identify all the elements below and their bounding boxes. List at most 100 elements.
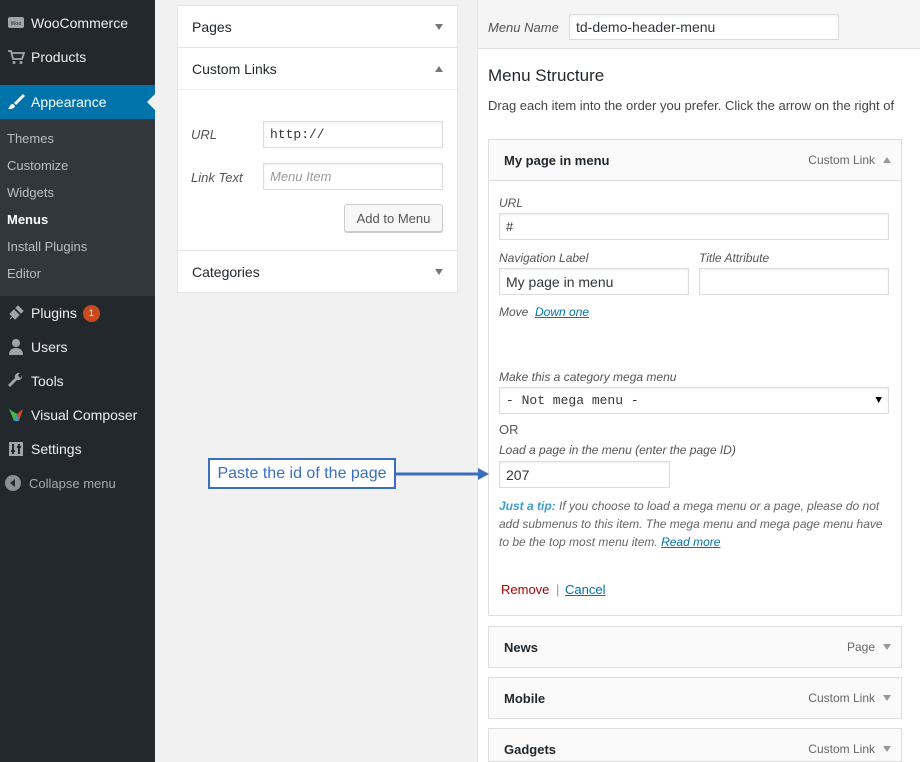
sidebar-item-users[interactable]: Users — [0, 330, 155, 364]
chevron-down-icon[interactable] — [883, 644, 891, 650]
item-url-input[interactable]: # — [499, 213, 889, 240]
menu-structure-instructions: Drag each item into the order you prefer… — [488, 98, 895, 113]
brush-icon — [0, 93, 31, 111]
collapse-menu-button[interactable]: Collapse menu — [0, 466, 155, 500]
sidebar-item-label: Plugins — [31, 305, 77, 321]
annotation-callout: Paste the id of the page — [208, 458, 396, 489]
menu-item-type: Custom Link — [808, 691, 891, 705]
sidebar-item-appearance[interactable]: Appearance — [0, 85, 155, 119]
navigation-label-value: My page in menu — [506, 273, 614, 290]
sidebar-item-tools[interactable]: Tools — [0, 364, 155, 398]
custom-link-text-label: Link Text — [191, 170, 243, 185]
chevron-down-icon — [435, 24, 443, 30]
submenu-item-widgets[interactable]: Widgets — [7, 185, 54, 200]
sidebar-item-label: Users — [31, 339, 68, 355]
add-to-menu-button[interactable]: Add to Menu — [344, 204, 443, 232]
sidebar-item-label: Appearance — [31, 94, 107, 110]
menu-item-type-label: Custom Link — [808, 691, 875, 705]
submenu-item-customize[interactable]: Customize — [7, 158, 68, 173]
wrench-icon — [0, 372, 31, 390]
menu-structure-title: Menu Structure — [488, 66, 605, 85]
menu-item-type: Custom Link — [808, 742, 891, 756]
sidebar-item-label: Settings — [31, 441, 82, 457]
submenu-item-editor[interactable]: Editor — [7, 266, 41, 281]
categories-panel-title: Categories — [192, 264, 260, 280]
plug-icon — [0, 304, 31, 322]
categories-panel: Categories — [177, 250, 458, 293]
sidebar-item-plugins[interactable]: Plugins 1 — [0, 296, 155, 330]
menu-item-title: Mobile — [504, 690, 546, 706]
admin-sidebar: Woo WooCommerce Products Appearance Them… — [0, 0, 155, 762]
navigation-label-input[interactable]: My page in menu — [499, 268, 689, 295]
navigation-label-label: Navigation Label — [499, 251, 589, 265]
custom-links-panel-header[interactable]: Custom Links — [178, 48, 457, 90]
move-label: Move — [499, 305, 529, 319]
move-down-one-link[interactable]: Down one — [535, 305, 589, 319]
sidebar-item-woocommerce[interactable]: Woo WooCommerce — [0, 6, 155, 40]
mega-menu-selected-value: - Not mega menu - — [506, 393, 639, 408]
dropdown-arrow-icon: ▼ — [875, 394, 882, 407]
page-id-value: 207 — [506, 466, 530, 483]
pages-panel: Pages — [177, 5, 458, 48]
sidebar-item-label: Products — [31, 49, 87, 65]
chevron-up-icon — [435, 65, 443, 72]
menu-item-type: Custom Link — [808, 153, 891, 167]
svg-text:Woo: Woo — [10, 21, 21, 27]
read-more-link[interactable]: Read more — [661, 535, 720, 549]
submenu-item-themes[interactable]: Themes — [7, 131, 54, 146]
custom-link-url-value: http:// — [270, 127, 325, 142]
custom-link-url-input[interactable]: http:// — [263, 121, 443, 148]
menu-item-gadgets[interactable]: Gadgets Custom Link — [488, 728, 902, 762]
custom-link-text-placeholder: Menu Item — [270, 169, 332, 184]
menu-item-news[interactable]: News Page — [488, 626, 902, 668]
chevron-up-icon[interactable] — [883, 157, 891, 163]
sidebar-item-label: WooCommerce — [31, 15, 128, 31]
appearance-submenu: Themes Customize Widgets Menus Install P… — [0, 119, 155, 296]
mega-menu-select[interactable]: - Not mega menu - ▼ — [499, 387, 889, 414]
submenu-item-menus[interactable]: Menus — [7, 212, 48, 227]
visual-composer-icon — [0, 406, 31, 424]
woocommerce-icon: Woo — [0, 14, 31, 32]
page-id-label: Load a page in the menu (enter the page … — [499, 443, 736, 457]
submenu-item-install-plugins[interactable]: Install Plugins — [7, 239, 87, 254]
chevron-down-icon[interactable] — [883, 746, 891, 752]
tip-lead: Just a tip: — [499, 499, 556, 513]
sidebar-item-label: Tools — [31, 373, 64, 389]
sidebar-item-visual-composer[interactable]: Visual Composer — [0, 398, 155, 432]
menu-item-title: My page in menu — [504, 152, 610, 168]
annotation-arrow-icon — [396, 468, 489, 480]
menu-item-type-label: Page — [846, 640, 875, 654]
pages-panel-header[interactable]: Pages — [178, 6, 457, 48]
menu-item-type-label: Custom Link — [808, 742, 875, 756]
cancel-link[interactable]: Cancel — [565, 582, 605, 597]
custom-link-url-label: URL — [191, 127, 218, 142]
menu-item-mobile[interactable]: Mobile Custom Link — [488, 677, 902, 719]
menu-item-type: Page — [847, 640, 891, 654]
menu-item-type-label: Custom Link — [808, 153, 875, 167]
custom-link-text-input[interactable]: Menu Item — [263, 163, 443, 190]
chevron-down-icon[interactable] — [883, 695, 891, 701]
categories-panel-header[interactable]: Categories — [178, 251, 457, 293]
mega-menu-label: Make this a category mega menu — [499, 370, 677, 384]
remove-link[interactable]: Remove — [501, 582, 549, 597]
user-icon — [0, 338, 31, 356]
item-url-value: # — [506, 219, 514, 234]
collapse-menu-label: Collapse menu — [29, 475, 116, 491]
menu-name-input[interactable]: td-demo-header-menu — [569, 14, 839, 40]
action-separator: | — [556, 582, 560, 597]
custom-links-panel-title: Custom Links — [192, 60, 277, 77]
menu-item-my-page[interactable]: My page in menu Custom Link — [488, 139, 902, 181]
menu-name-label: Menu Name — [488, 20, 559, 35]
sidebar-item-settings[interactable]: Settings — [0, 432, 155, 466]
or-separator: OR — [499, 422, 519, 437]
title-attribute-input[interactable] — [699, 268, 889, 295]
plugins-update-badge: 1 — [82, 304, 100, 322]
cart-icon — [0, 48, 31, 66]
sidebar-item-products[interactable]: Products — [0, 40, 155, 74]
pages-panel-title: Pages — [192, 19, 232, 35]
item-url-label: URL — [499, 196, 524, 210]
settings-icon — [0, 440, 31, 458]
mega-menu-tip: Just a tip: If you choose to load a mega… — [499, 497, 889, 551]
title-attribute-label: Title Attribute — [699, 251, 770, 265]
page-id-input[interactable]: 207 — [499, 461, 670, 488]
